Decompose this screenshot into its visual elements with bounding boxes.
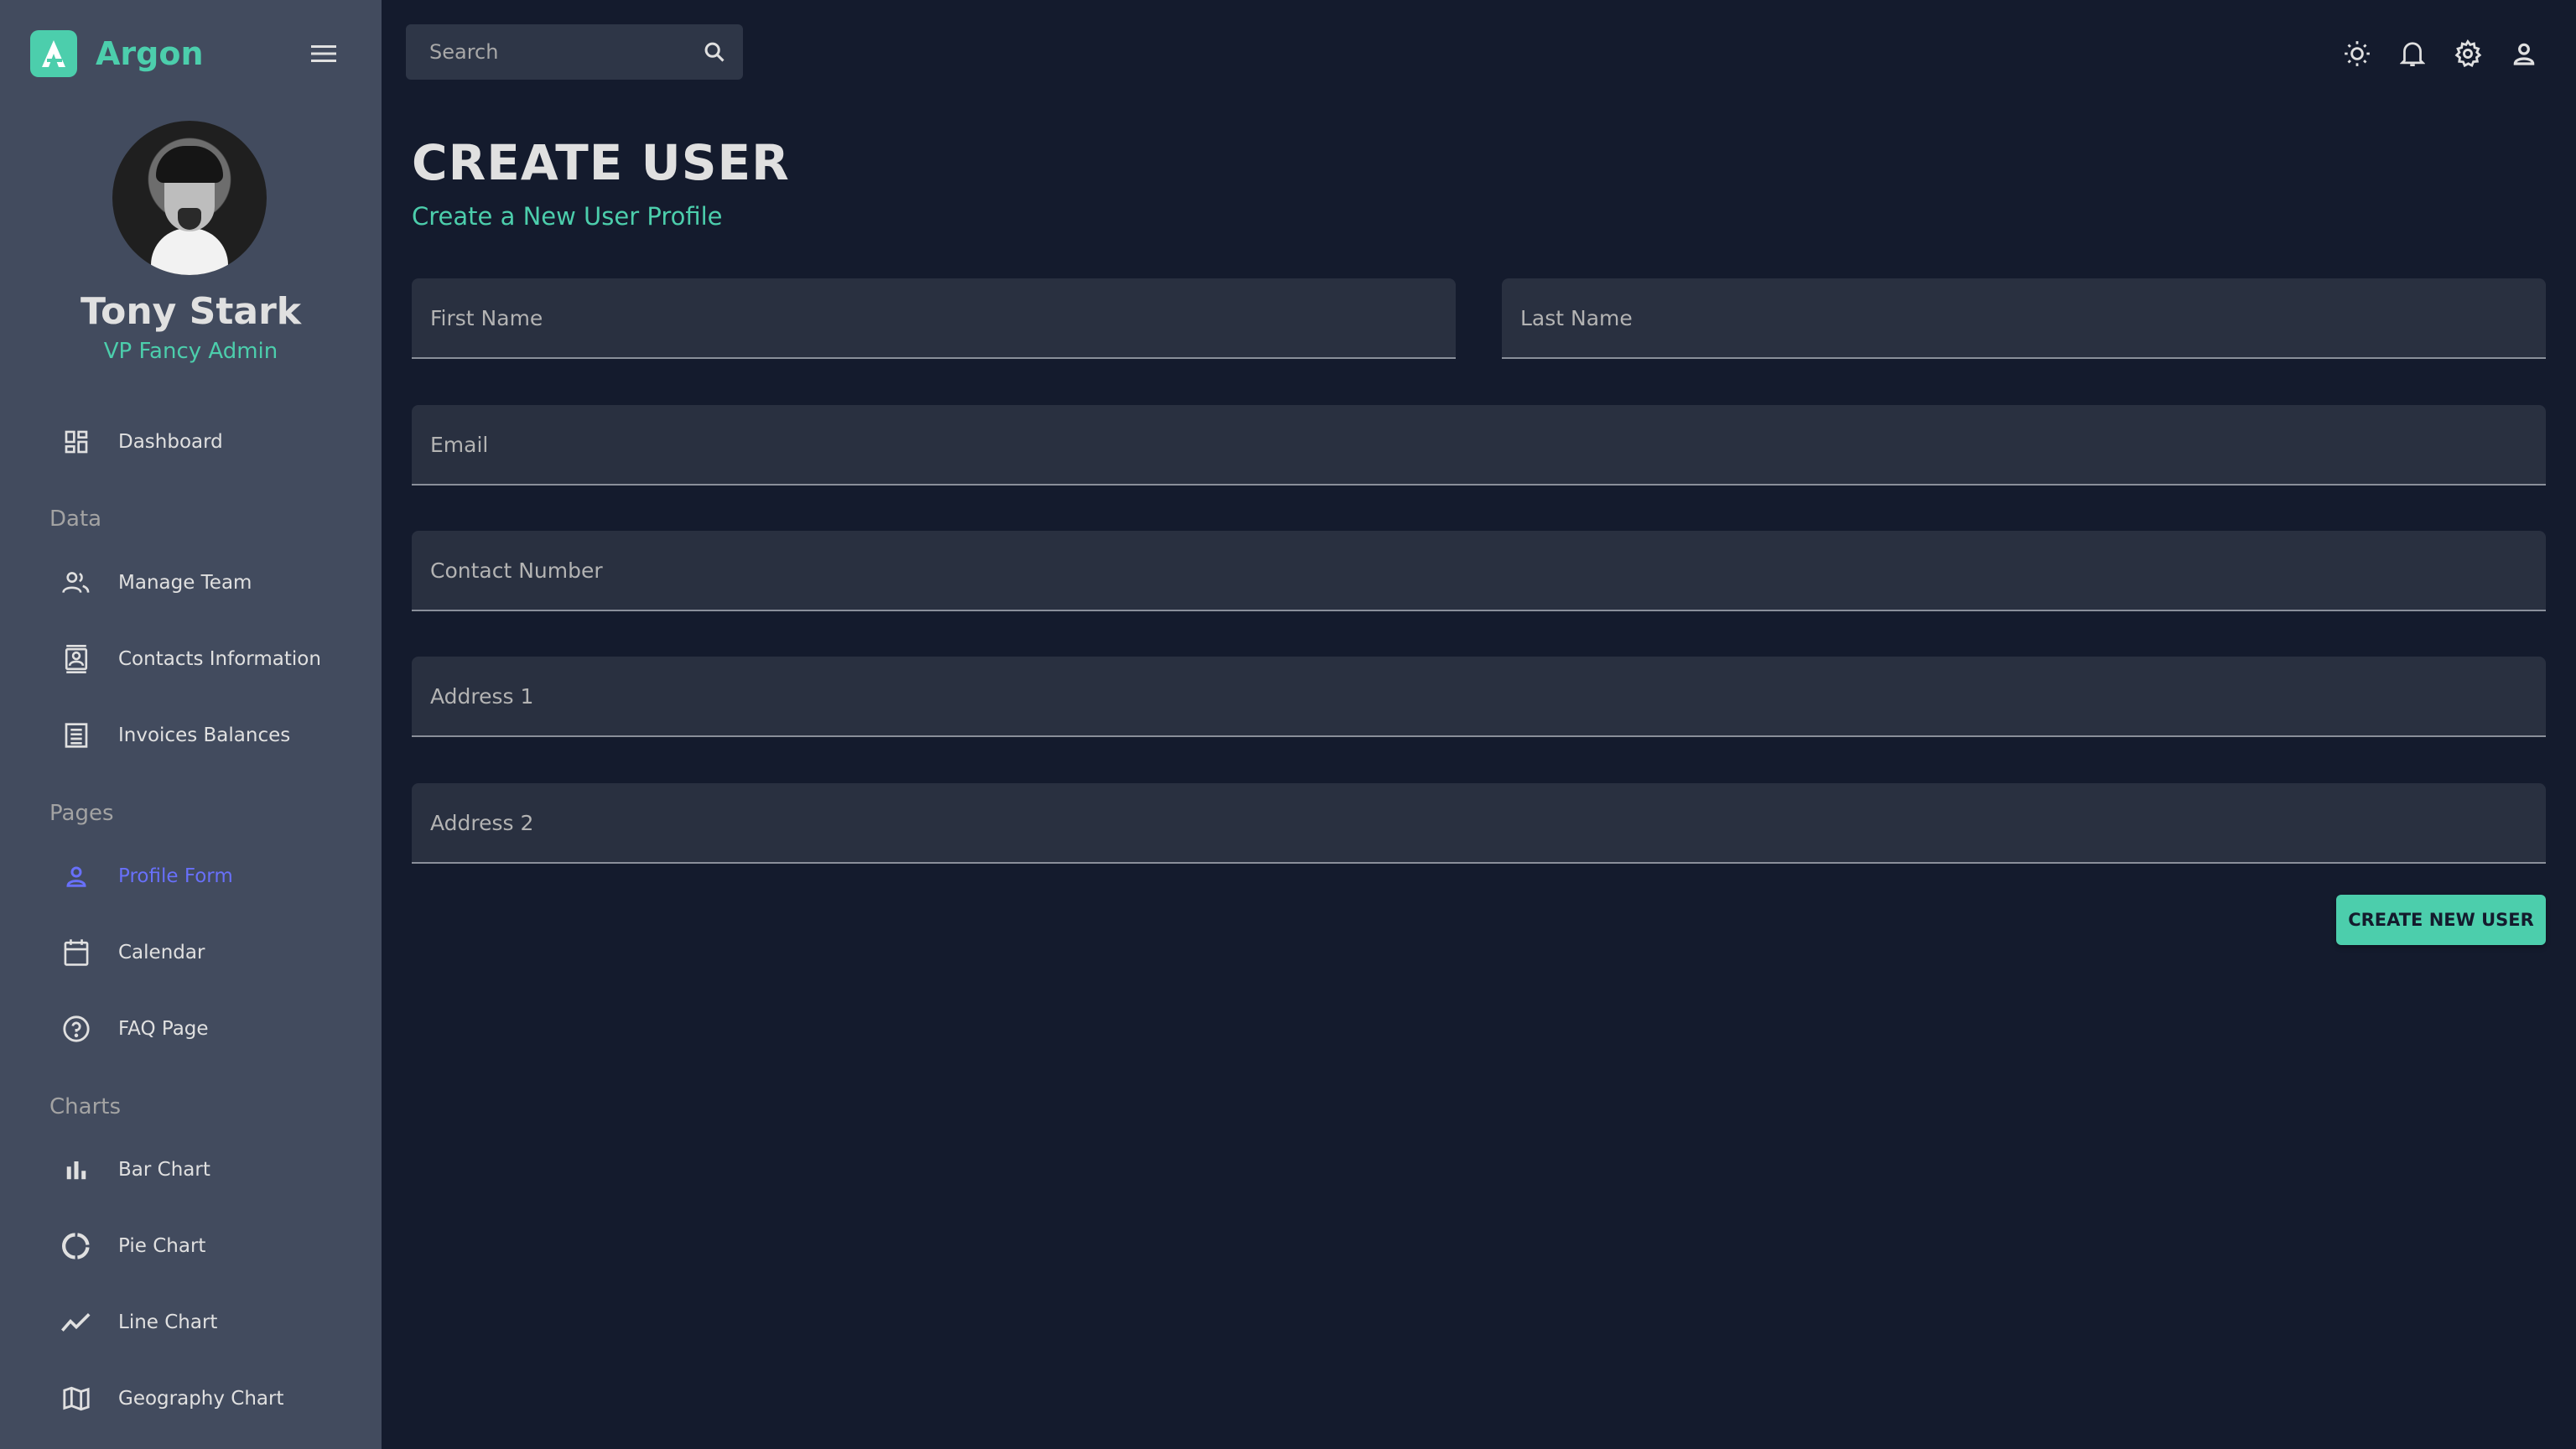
brand: Argon [30, 30, 204, 77]
create-new-user-button[interactable]: CREATE NEW USER [2336, 895, 2546, 945]
email-field [412, 405, 2546, 486]
argon-logo-icon [30, 30, 77, 77]
notifications-icon[interactable] [2394, 35, 2431, 72]
sidebar-item-dashboard[interactable]: Dashboard [0, 408, 382, 475]
contact-number-field [412, 531, 2546, 611]
people-icon [60, 567, 92, 599]
sidebar: Argon Tony Stark VP Fancy Admin Dashboar… [0, 0, 382, 1449]
sidebar-item-label: Invoices Balances [118, 724, 291, 746]
sidebar-item-bar-chart[interactable]: Bar Chart [0, 1136, 382, 1203]
settings-icon[interactable] [2449, 35, 2486, 72]
pie-chart-icon [60, 1230, 92, 1262]
sidebar-item-contacts-information[interactable]: Contacts Information [0, 626, 382, 693]
sidebar-item-label: Profile Form [118, 865, 233, 887]
address-2-field [412, 783, 2546, 864]
person-icon[interactable] [2506, 35, 2542, 72]
calendar-icon [60, 937, 92, 969]
sidebar-item-label: Contacts Information [118, 648, 321, 670]
page-title: CREATE USER [412, 134, 790, 191]
sidebar-item-label: FAQ Page [118, 1018, 209, 1040]
address-1-field [412, 657, 2546, 737]
page-subtitle: Create a New User Profile [412, 202, 723, 231]
first-name-input[interactable] [412, 278, 1456, 357]
user-role: VP Fancy Admin [103, 339, 278, 364]
sidebar-item-profile-form[interactable]: Profile Form [0, 843, 382, 910]
search-icon[interactable] [699, 37, 730, 67]
user-name: Tony Stark [80, 290, 302, 333]
avatar [112, 121, 267, 275]
address-2-input[interactable] [412, 783, 2546, 862]
sidebar-item-calendar[interactable]: Calendar [0, 919, 382, 986]
sidebar-item-label: Dashboard [118, 431, 223, 453]
bar-chart-icon [60, 1154, 92, 1186]
contact-number-input[interactable] [412, 531, 2546, 610]
line-chart-icon [60, 1306, 92, 1338]
sidebar-item-invoices-balances[interactable]: Invoices Balances [0, 702, 382, 769]
sidebar-item-pie-chart[interactable]: Pie Chart [0, 1213, 382, 1280]
help-icon [60, 1013, 92, 1045]
receipt-icon [60, 719, 92, 751]
first-name-field [412, 278, 1456, 359]
sidebar-item-faq-page[interactable]: FAQ Page [0, 995, 382, 1062]
search-bar [406, 24, 743, 80]
sidebar-item-geography-chart[interactable]: Geography Chart [0, 1365, 382, 1432]
address-1-input[interactable] [412, 657, 2546, 735]
brand-name: Argon [96, 35, 204, 72]
section-title-charts: Charts [49, 1094, 121, 1119]
search-input[interactable] [429, 40, 698, 64]
menu-icon[interactable] [305, 37, 342, 70]
email-input[interactable] [412, 405, 2546, 484]
sidebar-item-label: Pie Chart [118, 1235, 206, 1257]
sidebar-item-manage-team[interactable]: Manage Team [0, 549, 382, 616]
dashboard-icon [60, 426, 92, 458]
section-title-pages: Pages [49, 801, 114, 826]
last-name-input[interactable] [1502, 278, 2546, 357]
sidebar-item-label: Bar Chart [118, 1159, 210, 1181]
map-icon [60, 1383, 92, 1415]
sidebar-item-label: Line Chart [118, 1311, 218, 1333]
person-outline-icon [60, 860, 92, 892]
sidebar-item-label: Geography Chart [118, 1388, 284, 1410]
section-title-data: Data [49, 506, 102, 532]
contacts-icon [60, 643, 92, 675]
sidebar-item-label: Calendar [118, 942, 205, 963]
sidebar-item-line-chart[interactable]: Line Chart [0, 1289, 382, 1356]
sidebar-item-label: Manage Team [118, 572, 252, 594]
last-name-field [1502, 278, 2546, 359]
light-mode-icon[interactable] [2339, 35, 2376, 72]
